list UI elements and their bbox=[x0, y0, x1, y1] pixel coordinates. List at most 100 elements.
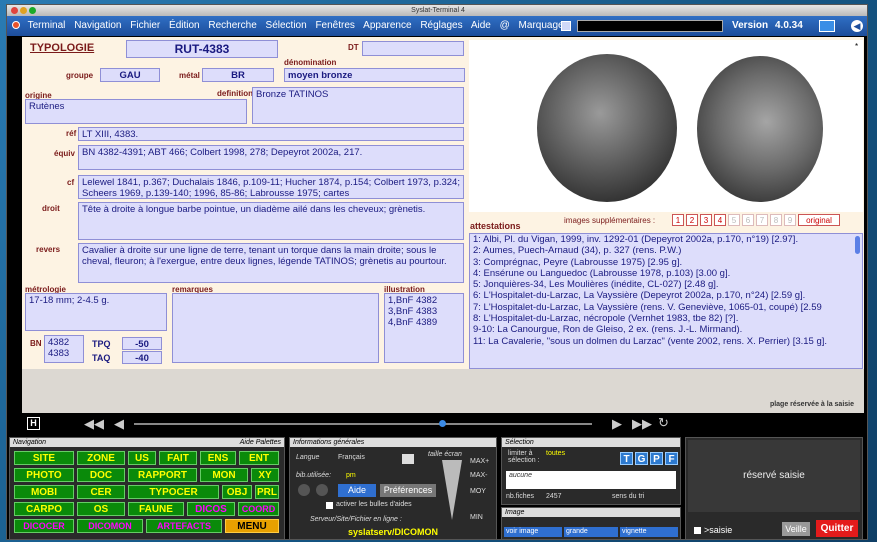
nav-artefacts-button[interactable]: ARTEFACTS bbox=[146, 519, 222, 533]
nav-dicos-button[interactable]: DICOS bbox=[187, 502, 235, 516]
nav-obj-button[interactable]: OBJ bbox=[222, 485, 252, 499]
nav-faune-button[interactable]: FAUNE bbox=[128, 502, 184, 516]
filter-f-button[interactable]: F bbox=[665, 452, 678, 465]
definition-field[interactable]: Bronze TATINOS bbox=[252, 87, 464, 124]
image-1-button[interactable]: 1 bbox=[672, 214, 684, 226]
record-slider-thumb[interactable] bbox=[439, 420, 446, 427]
droit-field[interactable]: Tête à droite à longue barbe pointue, un… bbox=[78, 202, 464, 240]
voir-image-button[interactable]: voir image bbox=[504, 527, 562, 537]
bulles-checkbox[interactable] bbox=[326, 502, 333, 509]
image-3-button[interactable]: 3 bbox=[700, 214, 712, 226]
last-record-icon[interactable]: ▶▶ bbox=[632, 416, 652, 432]
refresh-icon[interactable]: ↻ bbox=[658, 415, 669, 431]
attestations-scrollbar[interactable] bbox=[855, 236, 860, 254]
nav-typocer-button[interactable]: TYPOCER bbox=[128, 485, 219, 499]
image-7-button[interactable]: 7 bbox=[756, 214, 768, 226]
vignette-button[interactable]: vignette bbox=[620, 527, 678, 537]
equiv-field[interactable]: BN 4382-4391; ABT 466; Colbert 1998, 278… bbox=[78, 145, 464, 170]
ref-field[interactable]: LT XIII, 4383. bbox=[78, 127, 464, 141]
cf-field[interactable]: Lelewel 1841, p.367; Duchalais 1846, p.1… bbox=[78, 175, 464, 199]
list-item[interactable]: 2: Aumes, Puech-Arnaud (34), p. 327 (ren… bbox=[470, 245, 862, 256]
nav-dicomon-button[interactable]: DICOMON bbox=[77, 519, 143, 533]
menu-apparence[interactable]: Apparence bbox=[363, 20, 411, 31]
max-minus-option[interactable]: MAX- bbox=[470, 472, 488, 479]
nav-ens-button[interactable]: ENS bbox=[200, 451, 236, 465]
previous-record-icon[interactable]: ◀ bbox=[114, 416, 124, 432]
nav-coord-button[interactable]: COORD bbox=[238, 502, 279, 516]
langue-value[interactable]: Français bbox=[338, 454, 365, 461]
list-item[interactable]: 7: L'Hospitalet-du-Larzac, La Vayssière … bbox=[470, 302, 862, 313]
filter-g-button[interactable]: G bbox=[635, 452, 648, 465]
nav-xy-button[interactable]: XY bbox=[251, 468, 279, 482]
image-8-button[interactable]: 8 bbox=[770, 214, 782, 226]
saisie-checkbox[interactable] bbox=[694, 527, 701, 534]
marquage-checkbox[interactable] bbox=[561, 21, 571, 31]
max-plus-option[interactable]: MAX+ bbox=[470, 458, 489, 465]
list-item[interactable]: 9-10: La Canourgue, Ron de Gleiso, 2 ex.… bbox=[470, 324, 862, 335]
list-item[interactable]: 3: Comprégnac, Peyre (Labrousse 1975) [2… bbox=[470, 257, 862, 268]
nav-os-button[interactable]: OS bbox=[77, 502, 125, 516]
nav-dicocer-button[interactable]: DICOCER bbox=[14, 519, 74, 533]
image-5-button[interactable]: 5 bbox=[728, 214, 740, 226]
dot-button-2[interactable] bbox=[316, 484, 328, 496]
filter-p-button[interactable]: P bbox=[650, 452, 663, 465]
quitter-button[interactable]: Quitter bbox=[816, 520, 858, 537]
list-item[interactable]: 4: Ensérune ou Languedoc (Labrousse 1978… bbox=[470, 268, 862, 279]
nav-rapport-button[interactable]: RAPPORT bbox=[128, 468, 197, 482]
attestations-list[interactable]: 1: Albi, Pl. du Vigan, 1999, inv. 1292-0… bbox=[469, 233, 863, 369]
close-window-button[interactable] bbox=[11, 7, 18, 14]
list-item[interactable]: 11: La Cavalerie, "sous un dolmen du Lar… bbox=[470, 336, 862, 347]
nav-ent-button[interactable]: ENT bbox=[239, 451, 279, 465]
nav-carpo-button[interactable]: CARPO bbox=[14, 502, 74, 516]
taq-field[interactable]: -40 bbox=[122, 351, 162, 364]
nav-us-button[interactable]: US bbox=[128, 451, 156, 465]
revers-field[interactable]: Cavalier à droite sur une ligne de terre… bbox=[78, 243, 464, 283]
nav-zone-button[interactable]: ZONE bbox=[77, 451, 125, 465]
veille-button[interactable]: Veille bbox=[782, 522, 810, 536]
image-4-button[interactable]: 4 bbox=[714, 214, 726, 226]
menu-edition[interactable]: Édition bbox=[169, 20, 200, 31]
image-9-button[interactable]: 9 bbox=[784, 214, 796, 226]
nav-photo-button[interactable]: PHOTO bbox=[14, 468, 74, 482]
dot-button-1[interactable] bbox=[298, 484, 310, 496]
image-2-button[interactable]: 2 bbox=[686, 214, 698, 226]
menu-at[interactable]: @ bbox=[500, 20, 510, 31]
list-item[interactable]: 5: Jonquières-34, Les Moulières (inédite… bbox=[470, 279, 862, 290]
back-arrow-icon[interactable]: ◀ bbox=[851, 20, 863, 32]
first-record-icon[interactable]: ◀◀ bbox=[84, 416, 104, 432]
nav-mobi-button[interactable]: MOBI bbox=[14, 485, 74, 499]
moy-option[interactable]: MOY bbox=[470, 488, 486, 495]
menu-navigation[interactable]: Navigation bbox=[74, 20, 121, 31]
grande-button[interactable]: grande bbox=[564, 527, 618, 537]
menu-aide[interactable]: Aide bbox=[471, 20, 491, 31]
home-icon[interactable]: H bbox=[27, 417, 40, 430]
dt-field[interactable] bbox=[362, 41, 464, 56]
aide-button[interactable]: Aide bbox=[338, 484, 376, 497]
menu-marquage[interactable]: Marquage bbox=[519, 20, 564, 31]
screen-size-slider[interactable] bbox=[442, 460, 462, 520]
aide-palettes-label[interactable]: Aide Palettes bbox=[240, 438, 281, 447]
nav-fait-button[interactable]: FAIT bbox=[159, 451, 197, 465]
record-slider[interactable] bbox=[134, 423, 592, 425]
nav-prl-button[interactable]: PRL bbox=[255, 485, 279, 499]
nav-menu-button[interactable]: MENU bbox=[225, 519, 279, 533]
screen-icon[interactable] bbox=[819, 20, 835, 32]
nav-mon-button[interactable]: MON bbox=[200, 468, 248, 482]
denomination-field[interactable]: moyen bronze bbox=[284, 68, 465, 82]
coin-image-panel[interactable]: * bbox=[469, 40, 863, 212]
original-button[interactable]: original bbox=[798, 214, 840, 226]
tpq-field[interactable]: -50 bbox=[122, 337, 162, 350]
filter-t-button[interactable]: T bbox=[620, 452, 633, 465]
origine-field[interactable]: Rutènes bbox=[25, 99, 247, 124]
image-6-button[interactable]: 6 bbox=[742, 214, 754, 226]
menu-fenetres[interactable]: Fenêtres bbox=[315, 20, 354, 31]
illustration-field[interactable]: 1,BnF 4382 3,BnF 4383 4,BnF 4389 bbox=[384, 293, 464, 363]
menu-terminal[interactable]: Terminal bbox=[28, 20, 66, 31]
metal-field[interactable]: BR bbox=[202, 68, 274, 82]
sens-tri-label[interactable]: sens du tri bbox=[612, 493, 644, 500]
nav-cer-button[interactable]: CER bbox=[77, 485, 125, 499]
metrologie-field[interactable]: 17-18 mm; 2-4.5 g. bbox=[25, 293, 167, 331]
bn-field[interactable]: 4382 4383 bbox=[44, 335, 84, 363]
list-item[interactable]: 1: Albi, Pl. du Vigan, 1999, inv. 1292-0… bbox=[470, 234, 862, 245]
menu-reglages[interactable]: Réglages bbox=[420, 20, 462, 31]
